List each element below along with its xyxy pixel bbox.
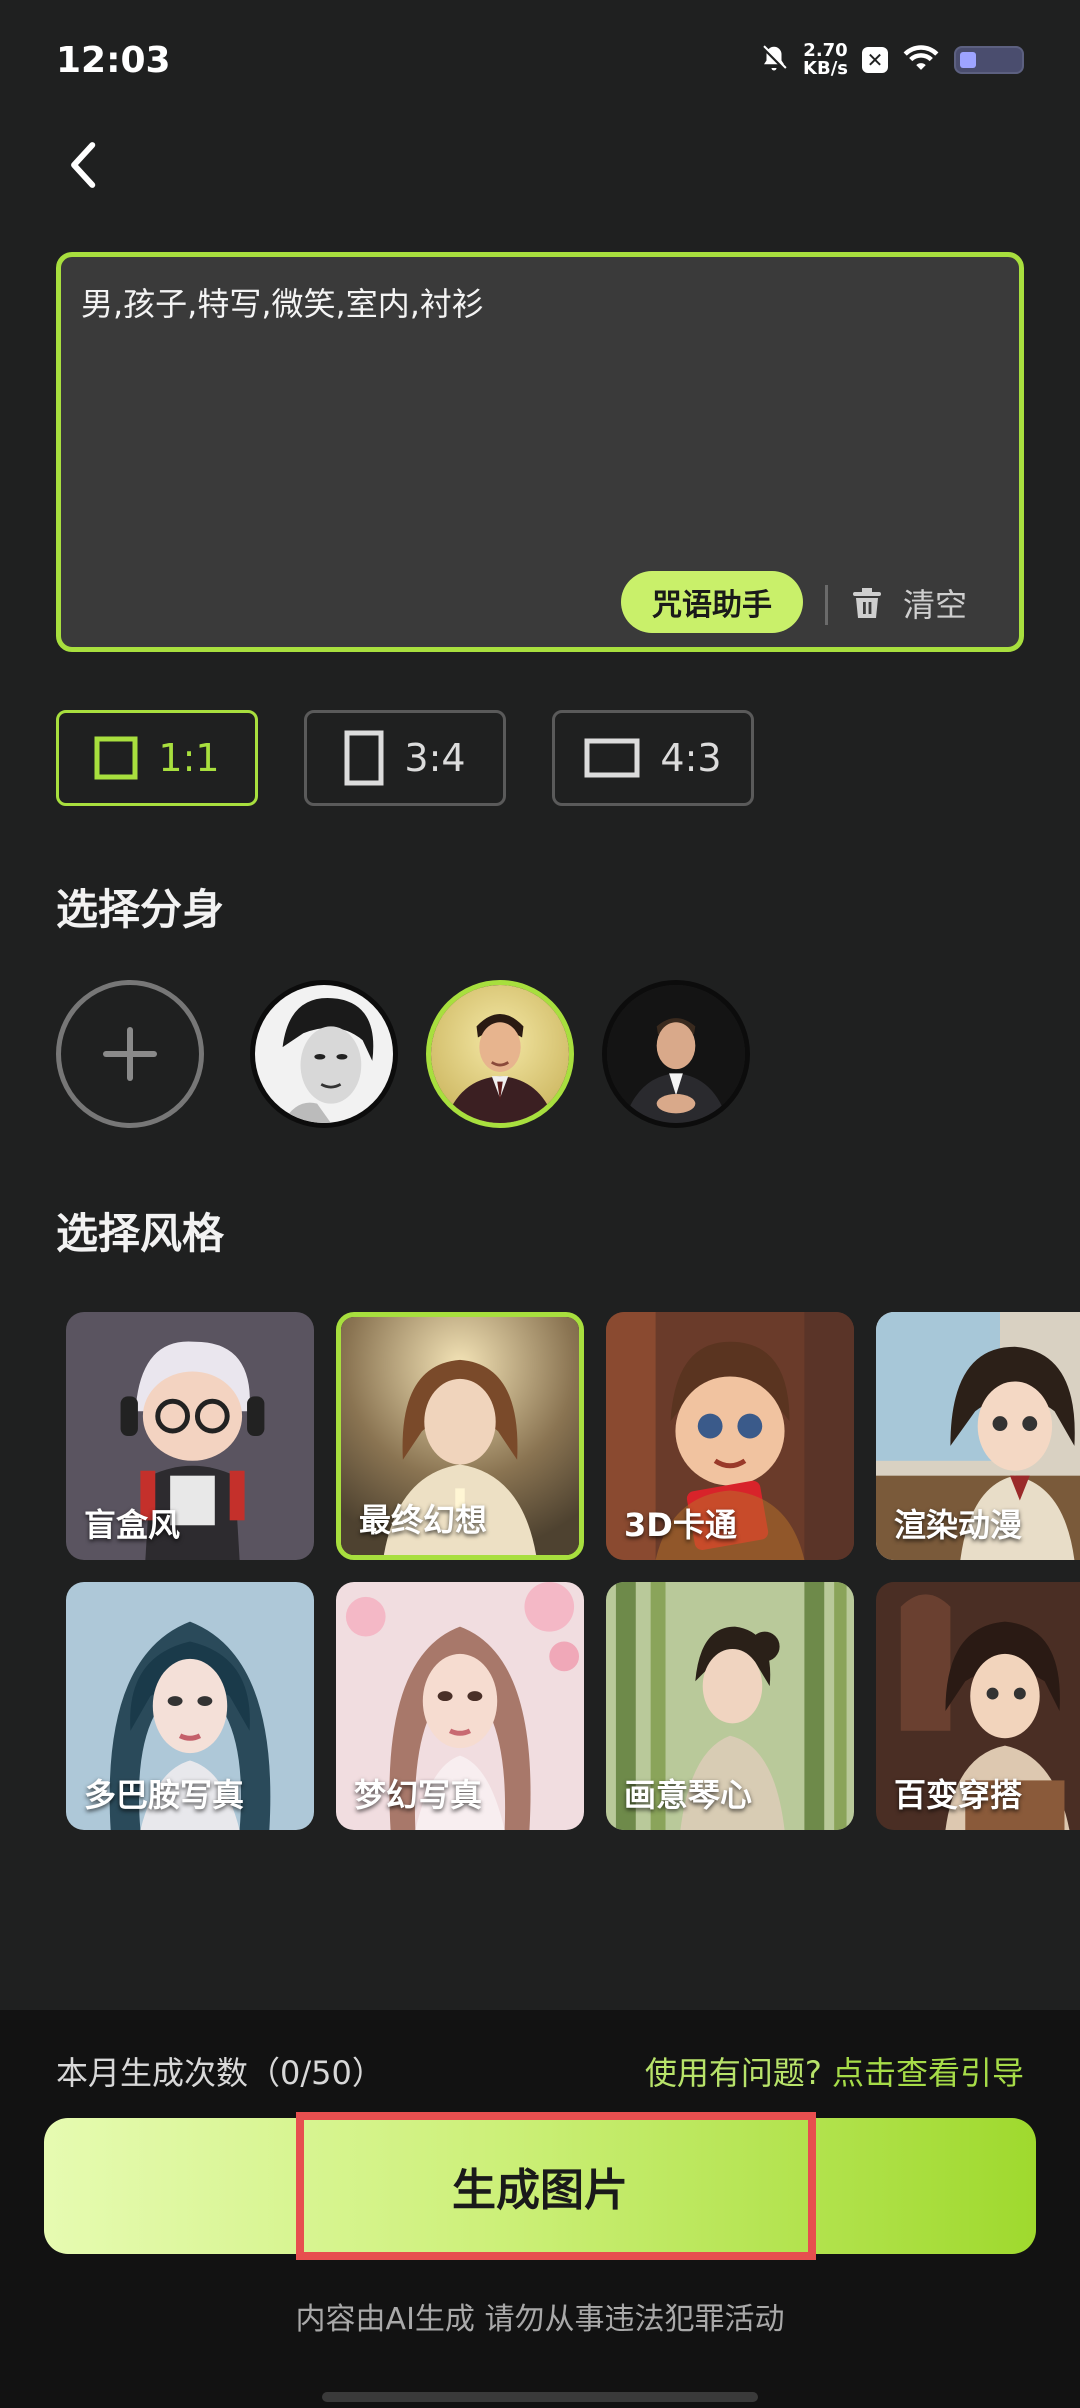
chevron-left-icon [71,142,96,188]
prompt-assist-button[interactable]: 咒语助手 [621,571,803,633]
ai-disclaimer: 内容由AI生成 请勿从事违法犯罪活动 [295,2302,785,2337]
style-card-outfits[interactable]: 百变穿搭 [876,1582,1080,1830]
landscape-rect-icon [584,738,640,778]
status-icons: 2.70 KB/s ✕ [759,42,1024,78]
ratio-label: 3:4 [404,736,466,780]
style-card-poetic[interactable]: 画意琴心 [606,1582,854,1830]
avatar-section-title: 选择分身 [56,885,225,934]
style-card-dreamy[interactable]: 梦幻写真 [336,1582,584,1830]
plus-icon [103,1027,157,1081]
home-indicator[interactable] [322,2392,758,2402]
network-speed: 2.70 KB/s [803,42,848,78]
style-card-blindbox[interactable]: 盲盒风 [66,1312,314,1560]
style-label: 最终幻想 [359,1501,488,1539]
battery-icon [954,46,1024,74]
style-label: 多巴胺写真 [84,1776,245,1814]
add-avatar-button[interactable] [56,980,204,1128]
ratio-label: 1:1 [158,736,220,780]
style-label: 梦幻写真 [354,1776,483,1814]
style-card-final-fantasy[interactable]: 最终幻想 [336,1312,584,1560]
style-card-3d-cartoon[interactable]: 3D卡通 [606,1312,854,1560]
avatar-portrait-3[interactable] [602,980,750,1128]
style-label: 百变穿搭 [894,1776,1023,1814]
wifi-icon [902,43,940,77]
usage-count: 本月生成次数（0/50） [56,2054,384,2092]
portrait-rect-icon [344,730,384,786]
prompt-text[interactable]: 男,孩子,特写,微笑,室内,衬衫 [81,279,484,325]
avatar-portrait-1[interactable] [250,980,398,1128]
style-label: 3D卡通 [624,1506,737,1544]
screen: 12:03 2.70 KB/s ✕ 男,孩子,特写,微笑,室内,衬衫 咒语助手 … [0,0,1080,2408]
help-question: 使用有问题? [644,2054,822,2092]
help-link[interactable]: 使用有问题? 点击查看引导 [645,2048,1024,2094]
speed-unit: KB/s [803,58,848,79]
style-card-dopamine[interactable]: 多巴胺写真 [66,1582,314,1830]
square-icon [94,736,138,780]
ratio-3-4-button[interactable]: 3:4 [304,710,506,806]
style-label: 渲染动漫 [894,1506,1023,1544]
prompt-input[interactable]: 男,孩子,特写,微笑,室内,衬衫 咒语助手 清空 [56,252,1024,652]
style-label: 画意琴心 [624,1776,753,1814]
mute-bell-icon [759,43,789,77]
avatar-portrait-2[interactable] [426,980,574,1128]
status-time: 12:03 [56,40,171,81]
help-guide-link[interactable]: 点击查看引导 [832,2054,1024,2092]
back-button[interactable] [54,130,114,200]
highlight-box [296,2112,816,2260]
ratio-1-1-button[interactable]: 1:1 [56,710,258,806]
x-app-icon: ✕ [862,47,888,73]
style-section-title: 选择风格 [56,1209,225,1258]
trash-icon [853,588,881,618]
clear-button[interactable]: 清空 [851,573,967,633]
ratio-label: 4:3 [660,736,722,780]
ratio-4-3-button[interactable]: 4:3 [552,710,754,806]
divider [825,585,828,625]
style-label: 盲盒风 [84,1506,181,1544]
clear-label: 清空 [903,586,968,624]
style-card-rendered-anime[interactable]: 渲染动漫 [876,1312,1080,1560]
